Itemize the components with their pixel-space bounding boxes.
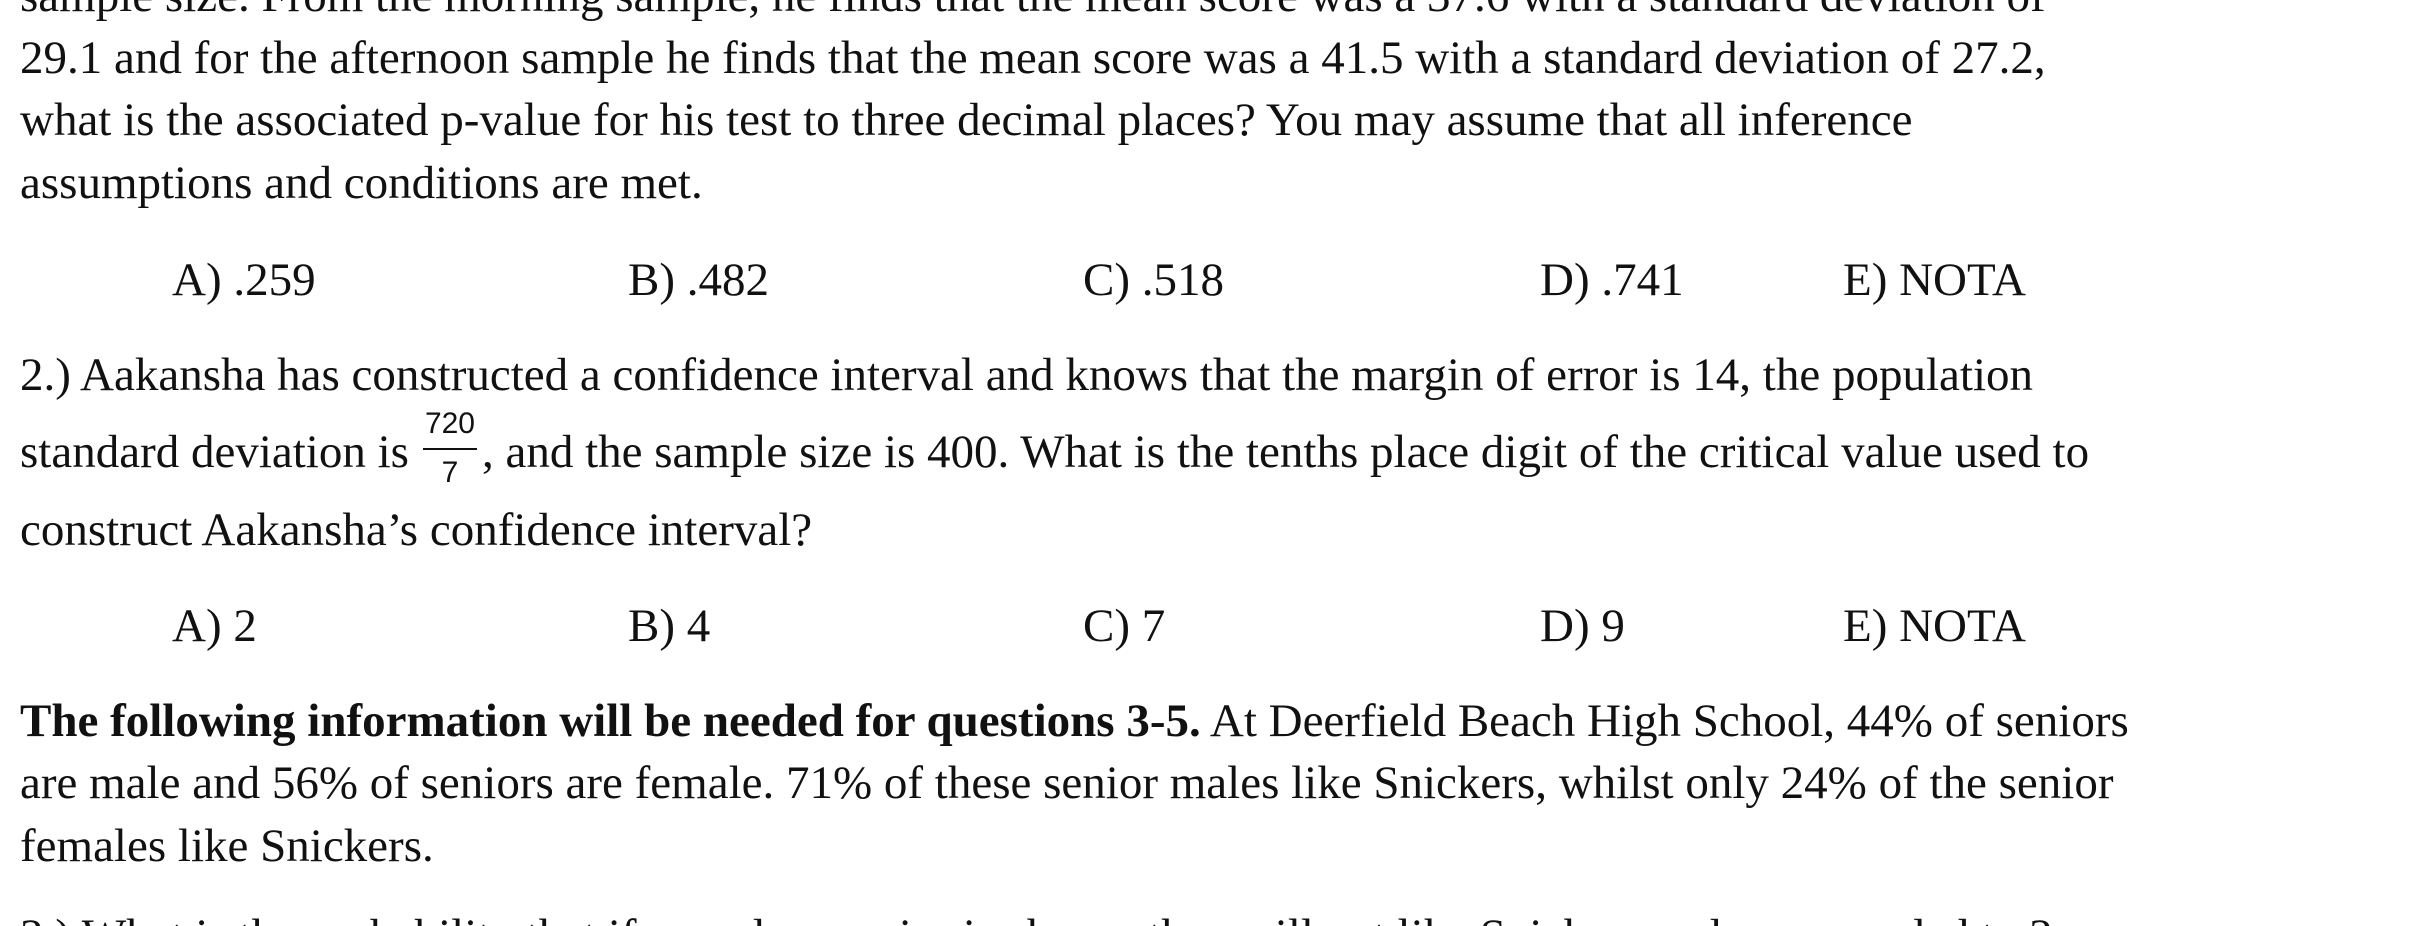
standard-deviation-fraction: 720 7 xyxy=(419,409,481,488)
shared-info-heading: The following information will be needed… xyxy=(20,695,1201,747)
question-1-choice-d: D) .741 xyxy=(1540,254,1684,306)
question-1-choice-b: B) .482 xyxy=(628,254,769,306)
shared-info-line-3: females like Snickers. xyxy=(20,820,434,872)
question-1-cut-line: sample size. From the morning sample, he… xyxy=(20,0,2046,24)
document-page: sample size. From the morning sample, he… xyxy=(0,0,2420,926)
question-2-line-2-suffix: , and the sample size is 400. What is th… xyxy=(481,426,2090,478)
question-2-line-2-prefix: standard deviation is xyxy=(20,426,409,478)
question-1-choices: A) .259 B) .482 C) .518 D) .741 E) NOTA xyxy=(0,252,2420,308)
fraction-denominator: 7 xyxy=(441,456,459,489)
question-2-choice-a: A) 2 xyxy=(172,600,257,652)
question-1-choice-e: E) NOTA xyxy=(1843,254,2026,306)
question-2-line-1: 2.) Aakansha has constructed a confidenc… xyxy=(20,349,2034,401)
question-1-line-2: what is the associated p-value for his t… xyxy=(20,94,1913,146)
question-1-choice-c: C) .518 xyxy=(1083,254,1224,306)
question-2-choice-d: D) 9 xyxy=(1540,600,1625,652)
fraction-bar xyxy=(422,448,477,450)
question-2-choices: A) 2 B) 4 C) 7 D) 9 E) NOTA xyxy=(0,598,2420,654)
question-2-line-3: construct Aakansha’s confidence interval… xyxy=(20,504,813,556)
fraction-numerator: 720 xyxy=(424,407,475,440)
question-1-line-1: 29.1 and for the afternoon sample he fin… xyxy=(20,32,2046,84)
shared-info-line-1: The following information will be needed… xyxy=(20,693,2129,749)
question-3-cut-line: 3.) What is the probability that if a ra… xyxy=(20,908,2053,926)
question-2-choice-e: E) NOTA xyxy=(1843,600,2026,652)
shared-info-line-2: are male and 56% of seniors are female. … xyxy=(20,757,2114,809)
question-2-choice-b: B) 4 xyxy=(628,600,711,652)
question-1-line-3: assumptions and conditions are met. xyxy=(20,157,703,209)
question-2-line-2: standard deviation is 720 7, and the sampl… xyxy=(20,409,2090,488)
shared-info-line-1-rest: At Deerfield Beach High School, 44% of s… xyxy=(1200,695,2129,747)
question-2-choice-c: C) 7 xyxy=(1083,600,1166,652)
question-1-choice-a: A) .259 xyxy=(172,254,316,306)
